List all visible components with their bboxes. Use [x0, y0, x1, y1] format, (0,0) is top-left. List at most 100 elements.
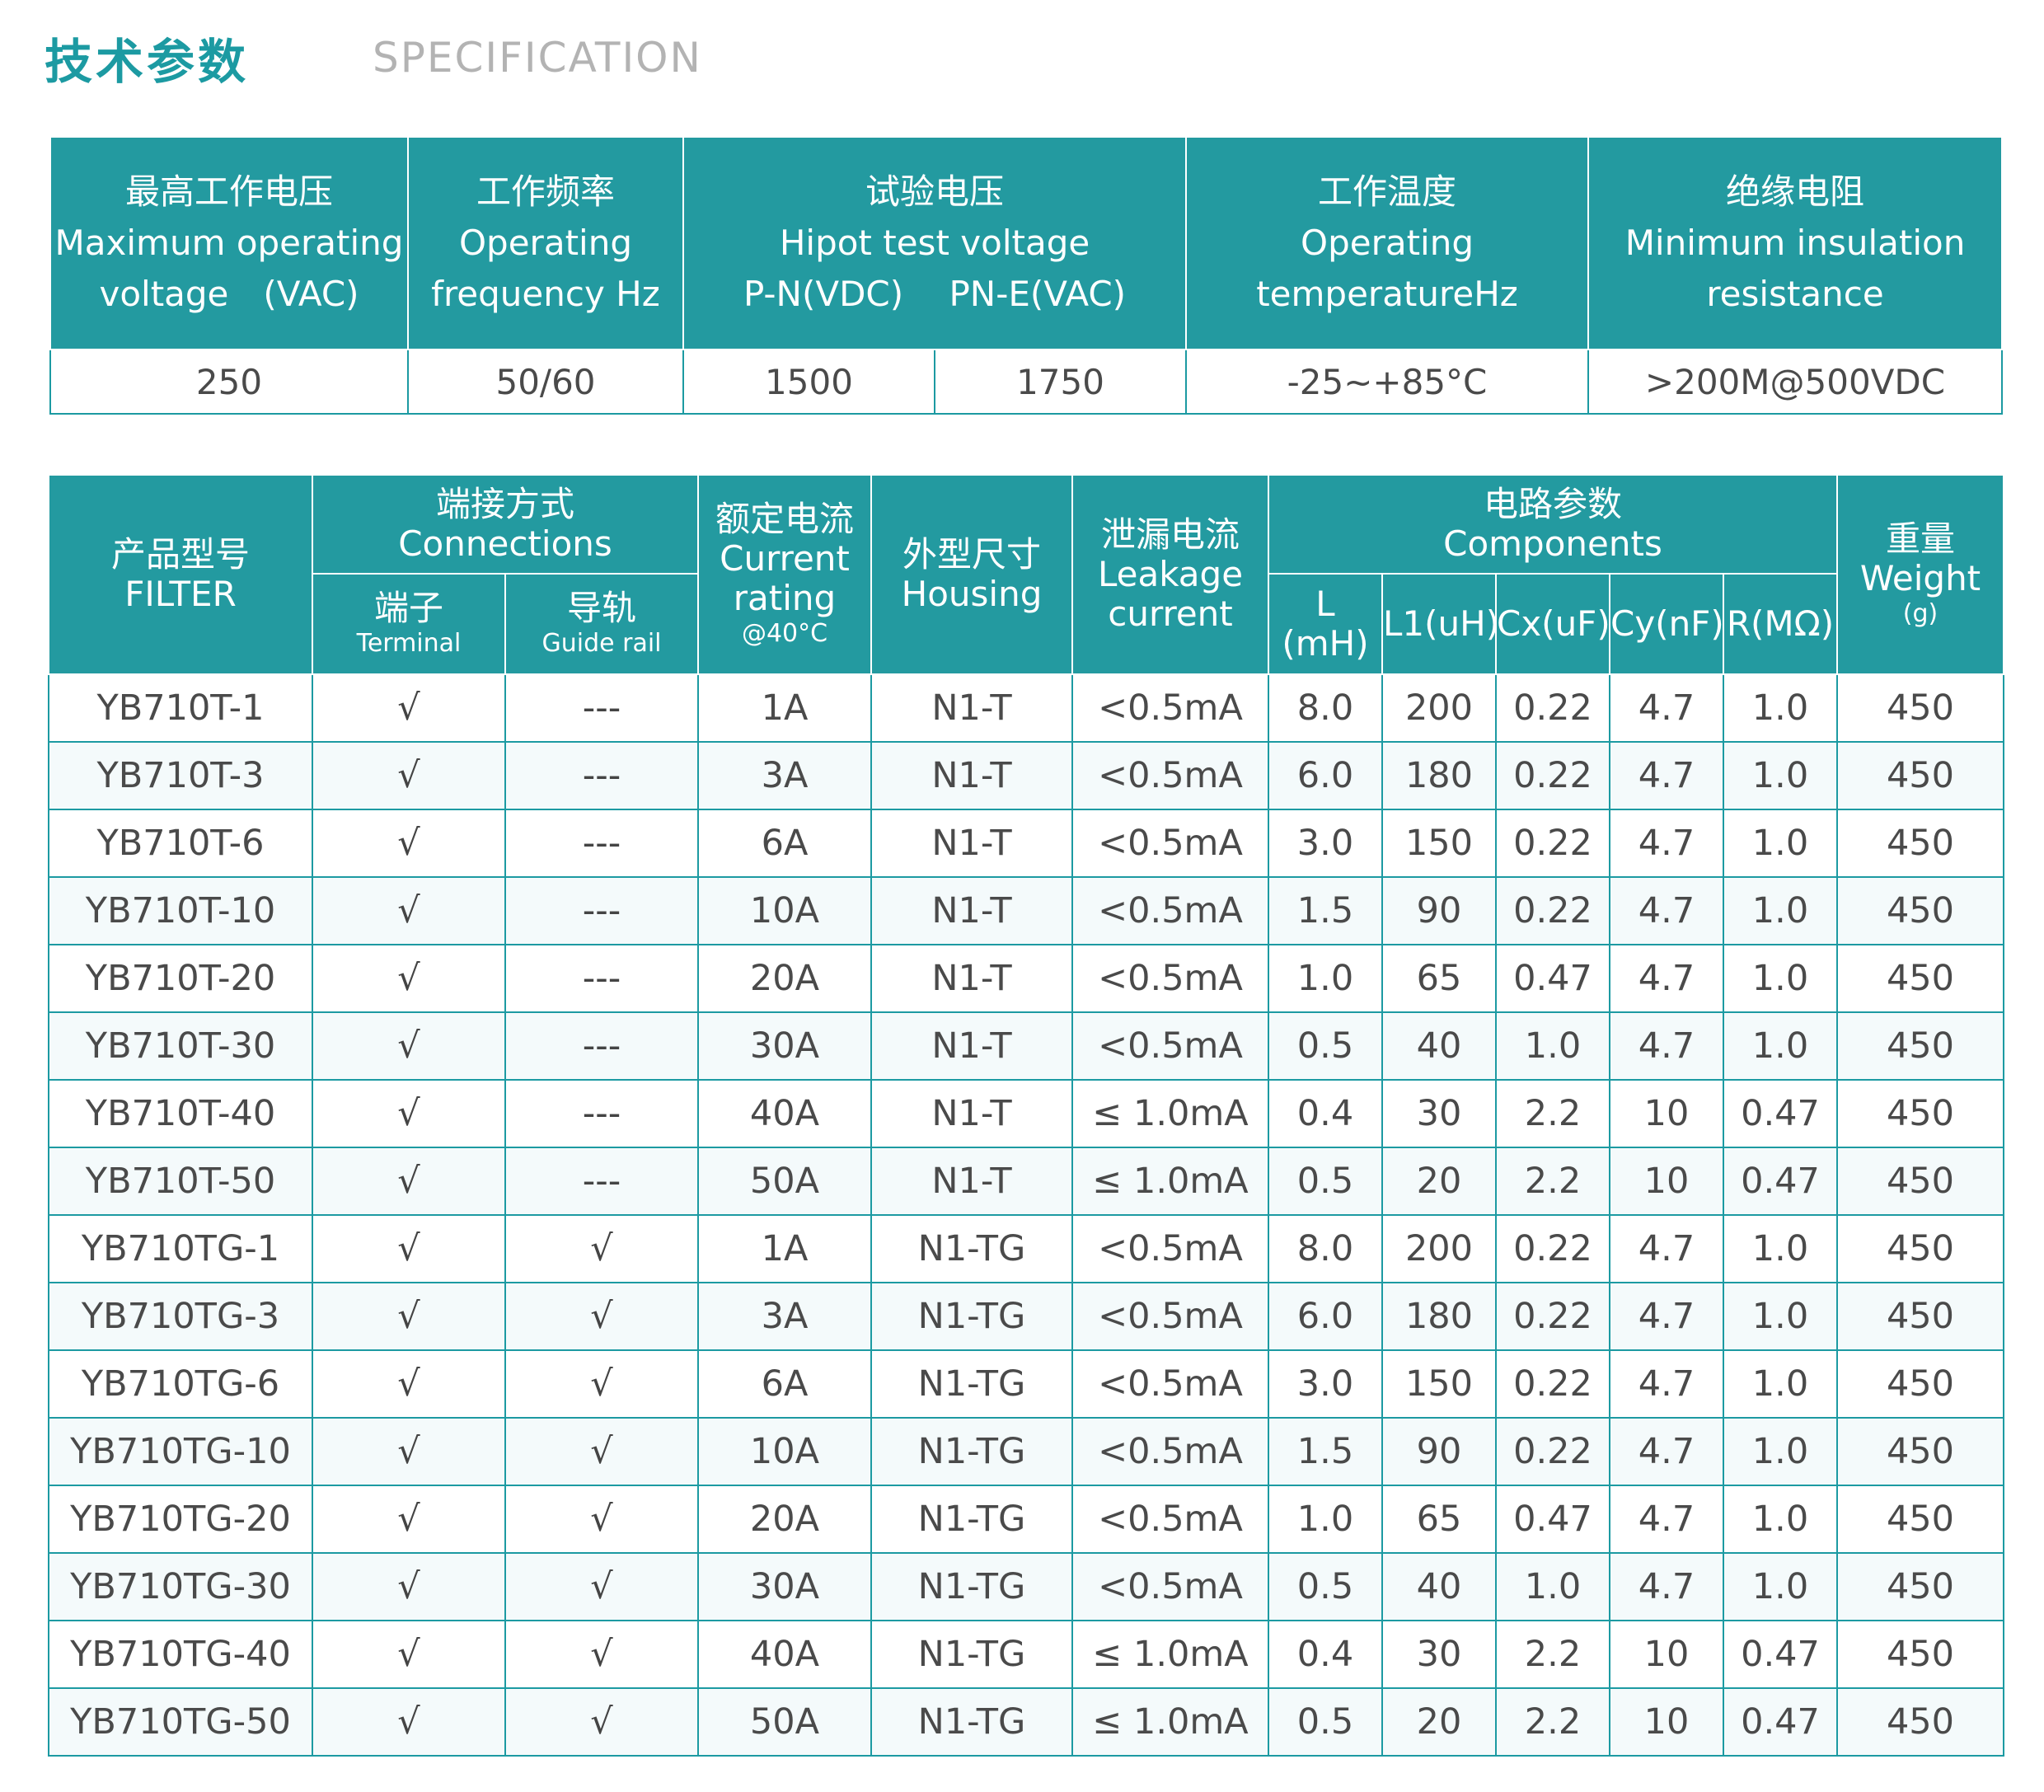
cell-terminal: √ [312, 876, 506, 945]
header-l: L (mH) [1268, 573, 1383, 675]
cell-l1: 20 [1381, 1147, 1497, 1216]
cell-l: 0.5 [1268, 1011, 1383, 1081]
cell-cx: 0.22 [1495, 1417, 1610, 1486]
cell-weight: 450 [1836, 1485, 2004, 1554]
cell-cx: 1.0 [1495, 1011, 1610, 1081]
heading-cn: 技术参数 [45, 34, 250, 90]
header-connections: 端接方式 Connections [312, 474, 699, 575]
cell-current: 10A [697, 876, 872, 945]
cell-terminal: √ [312, 1687, 506, 1757]
cell-cx: 1.0 [1495, 1552, 1610, 1621]
cell-current: 6A [697, 1349, 872, 1419]
specification-table: 最高工作电压 Maximum operating voltage (VAC) 工… [49, 136, 2004, 415]
cell-weight: 450 [1836, 1214, 2004, 1283]
cell-l: 8.0 [1268, 1214, 1383, 1283]
cell-current: 40A [697, 1079, 872, 1148]
header-components: 电路参数 Components [1268, 474, 1838, 575]
cell-terminal: √ [312, 1282, 506, 1351]
header-r: R(MΩ) [1723, 573, 1838, 675]
cell-leakage: <0.5mA [1071, 1485, 1269, 1554]
cell-cy: 4.7 [1609, 1552, 1724, 1621]
table-row: YB710TG-20 √ √ 20A N1-TG <0.5mA 1.0 65 0.47 4.7 1.… [48, 1485, 2004, 1554]
spec-header-insulation: 绝缘电阻 Minimum insulation resistance [1587, 136, 2004, 350]
product-header-row-1: 产品型号 FILTER 端接方式 Connections 额定电流 Curren… [48, 474, 2004, 675]
cell-l1: 40 [1381, 1552, 1497, 1621]
cell-housing: N1-TG [870, 1620, 1073, 1689]
cell-r: 1.0 [1723, 1552, 1838, 1621]
spec-value-hipot-pn: 1500 [682, 349, 935, 415]
cell-l: 0.4 [1268, 1620, 1383, 1689]
cell-current: 20A [697, 1485, 872, 1554]
cell-housing: N1-TG [870, 1282, 1073, 1351]
cell-l1: 180 [1381, 1282, 1497, 1351]
cell-guide-rail: √ [504, 1552, 699, 1621]
cell-terminal: √ [312, 1079, 506, 1148]
cell-current: 1A [697, 673, 872, 743]
header-guide-rail: 导轨 Guide rail [504, 573, 699, 675]
cell-current: 50A [697, 1147, 872, 1216]
table-row: YB710TG-3 √ √ 3A N1-TG <0.5mA 6.0 180 0.22 4.7 1.0… [48, 1282, 2004, 1351]
cell-l1: 20 [1381, 1687, 1497, 1757]
cell-r: 1.0 [1723, 944, 1838, 1013]
cell-cy: 4.7 [1609, 1011, 1724, 1081]
cell-l1: 150 [1381, 1349, 1497, 1419]
table-row: YB710TG-30 √ √ 30A N1-TG <0.5mA 0.5 40 1.0 4.7 1.0… [48, 1552, 2004, 1621]
cell-housing: N1-T [870, 809, 1073, 878]
cell-current: 10A [697, 1417, 872, 1486]
cell-leakage: <0.5mA [1071, 673, 1269, 743]
cell-cx: 0.22 [1495, 1282, 1610, 1351]
cell-l1: 65 [1381, 944, 1497, 1013]
cell-weight: 450 [1836, 1011, 2004, 1081]
cell-cy: 4.7 [1609, 1485, 1724, 1554]
cell-model: YB710TG-20 [48, 1485, 313, 1554]
cell-current: 20A [697, 944, 872, 1013]
cell-cy: 10 [1609, 1079, 1724, 1148]
cell-r: 1.0 [1723, 673, 1838, 743]
cell-current: 3A [697, 741, 872, 810]
cell-model: YB710T-3 [48, 741, 313, 810]
cell-cx: 0.22 [1495, 1349, 1610, 1419]
cell-terminal: √ [312, 944, 506, 1013]
cell-current: 1A [697, 1214, 872, 1283]
cell-r: 0.47 [1723, 1147, 1838, 1216]
spec-value-voltage: 250 [49, 349, 409, 415]
spec-value-frequency: 50/60 [407, 349, 684, 415]
cell-leakage: ≤ 1.0mA [1071, 1079, 1269, 1148]
cell-model: YB710TG-6 [48, 1349, 313, 1419]
cell-guide-rail: √ [504, 1282, 699, 1351]
cell-cy: 4.7 [1609, 741, 1724, 810]
spec-value-hipot-pne: 1750 [933, 349, 1188, 415]
header-current-rating: 额定电流 Current rating @40°C [697, 474, 872, 675]
cell-guide-rail: --- [504, 944, 699, 1013]
spec-header-row: 最高工作电压 Maximum operating voltage (VAC) 工… [49, 136, 2004, 350]
cell-l1: 90 [1381, 1417, 1497, 1486]
table-row: YB710T-30 √ --- 30A N1-T <0.5mA 0.5 40 1.0 4.7 1.0… [48, 1011, 2004, 1081]
cell-r: 1.0 [1723, 809, 1838, 878]
cell-l: 1.0 [1268, 944, 1383, 1013]
cell-guide-rail: --- [504, 1011, 699, 1081]
cell-housing: N1-T [870, 673, 1073, 743]
cell-leakage: <0.5mA [1071, 1282, 1269, 1351]
cell-weight: 450 [1836, 944, 2004, 1013]
cell-cy: 4.7 [1609, 1214, 1724, 1283]
cell-r: 1.0 [1723, 1349, 1838, 1419]
cell-r: 0.47 [1723, 1079, 1838, 1148]
cell-l1: 90 [1381, 876, 1497, 945]
cell-l1: 30 [1381, 1620, 1497, 1689]
cell-model: YB710TG-3 [48, 1282, 313, 1351]
spec-header-hipot: 试验电压 Hipot test voltage P-N(VDC) PN-E(VA… [682, 136, 1188, 350]
cell-weight: 450 [1836, 1687, 2004, 1757]
header-leakage: 泄漏电流 Leakage current [1071, 474, 1269, 675]
table-row: YB710TG-1 √ √ 1A N1-TG <0.5mA 8.0 200 0.22 4.7 1.0… [48, 1214, 2004, 1283]
cell-l: 0.5 [1268, 1552, 1383, 1621]
cell-l1: 30 [1381, 1079, 1497, 1148]
cell-l1: 150 [1381, 809, 1497, 878]
table-row: YB710TG-6 √ √ 6A N1-TG <0.5mA 3.0 150 0.22 4.7 1.0… [48, 1349, 2004, 1419]
cell-terminal: √ [312, 809, 506, 878]
cell-weight: 450 [1836, 1147, 2004, 1216]
spec-value-row: 250 50/60 1500 1750 -25~+85°C >200M@500V… [49, 349, 2004, 415]
cell-cx: 0.22 [1495, 741, 1610, 810]
cell-r: 0.47 [1723, 1687, 1838, 1757]
cell-terminal: √ [312, 1552, 506, 1621]
cell-model: YB710T-20 [48, 944, 313, 1013]
